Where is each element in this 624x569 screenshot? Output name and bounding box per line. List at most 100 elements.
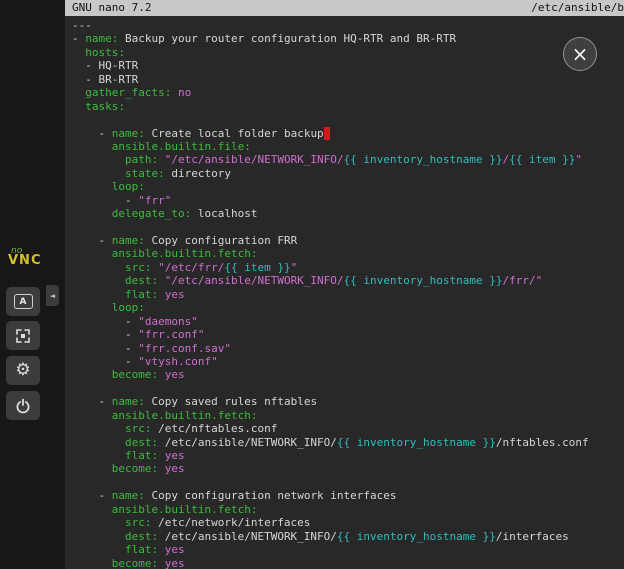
- editor-line: flat: yes: [72, 449, 624, 462]
- code-segment: [72, 207, 112, 220]
- editor-line: - name: Backup your router configuration…: [72, 32, 624, 45]
- fullscreen-button[interactable]: [6, 321, 40, 350]
- editor-line: loop:: [72, 301, 624, 314]
- editor-line: ansible.builtin.fetch:: [72, 409, 624, 422]
- code-segment: {{ item }}: [224, 261, 290, 274]
- fullscreen-icon: [15, 328, 31, 344]
- code-segment: "/etc/ansible/NETWORK_INFO/: [165, 153, 344, 166]
- code-segment: /interfaces: [496, 530, 569, 543]
- code-segment: [72, 503, 112, 516]
- code-segment: dest:: [125, 436, 158, 449]
- code-segment: localhost: [191, 207, 257, 220]
- editor-line: dest: "/etc/ansible/NETWORK_INFO/{{ inve…: [72, 274, 624, 287]
- code-segment: Copy configuration FRR: [145, 234, 297, 247]
- code-segment: [72, 140, 112, 153]
- nano-version-label: GNU nano 7.2: [72, 0, 151, 16]
- code-segment: flat:: [125, 449, 158, 462]
- code-segment: [72, 449, 125, 462]
- code-segment: Copy saved rules nftables: [145, 395, 317, 408]
- code-segment: -: [72, 234, 112, 247]
- code-segment: src:: [125, 422, 152, 435]
- editor-line: dest: /etc/ansible/NETWORK_INFO/{{ inven…: [72, 530, 624, 543]
- editor-line: - BR-RTR: [72, 73, 624, 86]
- editor-line: dest: /etc/ansible/NETWORK_INFO/{{ inven…: [72, 436, 624, 449]
- editor-line: tasks:: [72, 100, 624, 113]
- code-segment: [72, 46, 85, 59]
- code-segment: yes: [165, 557, 185, 569]
- editor-line: - "vtysh.conf": [72, 355, 624, 368]
- code-segment: yes: [165, 543, 185, 556]
- code-segment: ": [291, 261, 298, 274]
- editor-line: become: yes: [72, 557, 624, 569]
- editor-line: ansible.builtin.file:: [72, 140, 624, 153]
- code-segment: -: [72, 315, 138, 328]
- code-segment: [72, 530, 125, 543]
- code-segment: {{ inventory_hostname }}: [337, 530, 496, 543]
- extra-keys-button[interactable]: A: [6, 287, 40, 316]
- code-segment: [171, 86, 178, 99]
- code-segment: loop:: [112, 180, 145, 193]
- text-cursor: [324, 127, 331, 140]
- code-segment: {{ item }}: [509, 153, 575, 166]
- close-overlay-button[interactable]: ×: [563, 37, 597, 71]
- code-segment: Copy configuration network interfaces: [145, 489, 397, 502]
- editor-line: - name: Create local folder backup: [72, 127, 624, 140]
- code-segment: name:: [112, 234, 145, 247]
- code-segment: ---: [72, 19, 92, 32]
- gear-icon: ⚙: [15, 362, 30, 379]
- nano-filename-label: /etc/ansible/b: [531, 0, 624, 16]
- code-segment: no: [178, 86, 191, 99]
- editor-line: [72, 382, 624, 395]
- editor-line: - "frr.conf": [72, 328, 624, 341]
- editor-line: path: "/etc/ansible/NETWORK_INFO/{{ inve…: [72, 153, 624, 166]
- keyboard-a-icon: A: [14, 294, 33, 309]
- code-segment: [72, 288, 125, 301]
- code-segment: dest:: [125, 274, 158, 287]
- code-segment: [72, 543, 125, 556]
- novnc-logo-vnc: VNC: [8, 256, 46, 266]
- code-segment: -: [72, 32, 85, 45]
- editor-content[interactable]: ---- name: Backup your router configurat…: [65, 16, 624, 569]
- code-segment: [72, 86, 85, 99]
- code-segment: [72, 436, 125, 449]
- code-segment: /etc/network/interfaces: [151, 516, 310, 529]
- code-segment: loop:: [112, 301, 145, 314]
- code-segment: /frr/": [503, 274, 543, 287]
- code-segment: ansible.builtin.fetch:: [112, 503, 258, 516]
- code-segment: path:: [125, 153, 158, 166]
- code-segment: "frr": [138, 194, 171, 207]
- settings-button[interactable]: ⚙: [6, 356, 40, 385]
- code-segment: [158, 557, 165, 569]
- editor-line: delegate_to: localhost: [72, 207, 624, 220]
- editor-line: - "daemons": [72, 315, 624, 328]
- code-segment: "vtysh.conf": [138, 355, 217, 368]
- editor-line: [72, 476, 624, 489]
- editor-line: loop:: [72, 180, 624, 193]
- editor-line: - name: Copy configuration network inter…: [72, 489, 624, 502]
- editor-line: [72, 113, 624, 126]
- power-icon: [15, 398, 31, 414]
- code-segment: delegate_to:: [112, 207, 191, 220]
- editor-line: become: yes: [72, 462, 624, 475]
- editor-line: state: directory: [72, 167, 624, 180]
- code-segment: name:: [112, 395, 145, 408]
- code-segment: become:: [112, 462, 158, 475]
- code-segment: [72, 516, 125, 529]
- editor-line: - "frr": [72, 194, 624, 207]
- code-segment: [158, 368, 165, 381]
- code-segment: [72, 274, 125, 287]
- controlbar-handle[interactable]: ◄: [46, 285, 59, 306]
- close-icon: ×: [572, 44, 589, 64]
- code-segment: ": [575, 153, 582, 166]
- power-button[interactable]: [6, 391, 40, 420]
- editor-line: src: /etc/network/interfaces: [72, 516, 624, 529]
- code-segment: ansible.builtin.fetch:: [112, 409, 258, 422]
- code-segment: name:: [112, 489, 145, 502]
- code-segment: [72, 153, 125, 166]
- code-segment: -: [72, 194, 138, 207]
- code-segment: name:: [85, 32, 118, 45]
- editor-line: [72, 221, 624, 234]
- code-segment: [72, 100, 85, 113]
- editor-line: flat: yes: [72, 543, 624, 556]
- code-segment: - HQ-RTR: [72, 59, 138, 72]
